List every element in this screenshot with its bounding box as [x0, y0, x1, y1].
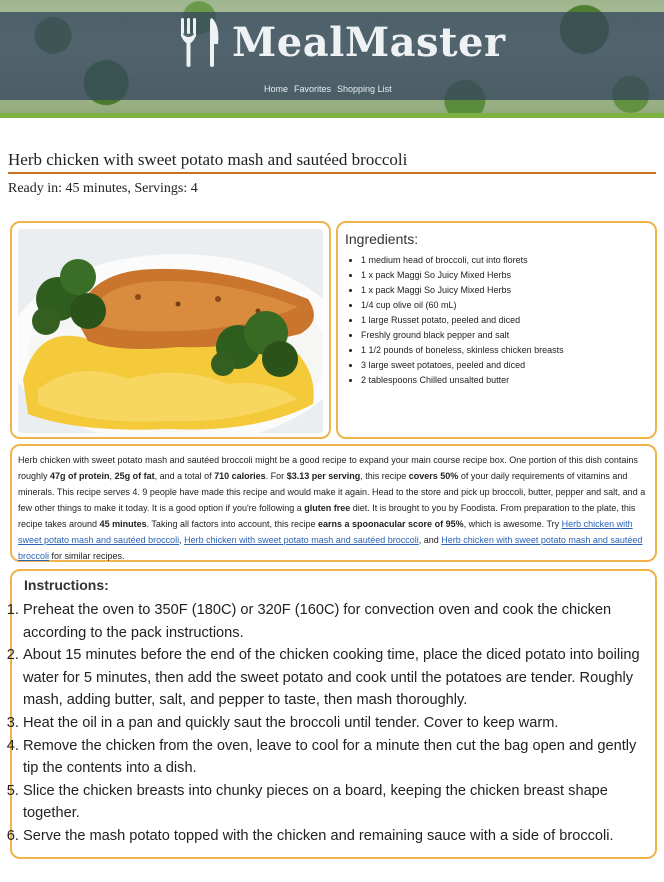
- summary-coverage: covers 50%: [408, 471, 459, 481]
- instruction-step: About 15 minutes before the end of the c…: [23, 644, 655, 712]
- instructions-card: Instructions: Preheat the oven to 350F (…: [10, 569, 657, 859]
- recipe-photo: [18, 229, 323, 433]
- summary-text: , which is awesome. Try: [463, 519, 562, 529]
- instruction-step: Serve the mash potato topped with the ch…: [23, 825, 655, 848]
- ingredient-item: Freshly ground black pepper and salt: [361, 328, 647, 343]
- recipe-illustration: [18, 229, 323, 433]
- summary-time: 45 minutes: [99, 519, 147, 529]
- summary-text: . For: [265, 471, 287, 481]
- recipe-summary: Herb chicken with sweet potato mash and …: [10, 444, 657, 562]
- recipe-image-card: [10, 221, 331, 439]
- ingredients-list: 1 medium head of broccoli, cut into flor…: [345, 253, 647, 388]
- brand[interactable]: MealMaster: [178, 12, 506, 72]
- summary-text: , and: [418, 535, 442, 545]
- recipe-title: Herb chicken with sweet potato mash and …: [8, 150, 656, 174]
- instructions-list: Preheat the oven to 350F (180C) or 320F …: [12, 599, 655, 848]
- ingredient-item: 3 large sweet potatoes, peeled and diced: [361, 358, 647, 373]
- summary-calories: 710 calories: [214, 471, 266, 481]
- summary-text: , this recipe: [360, 471, 409, 481]
- ingredient-item: 1 x pack Maggi So Juicy Mixed Herbs: [361, 268, 647, 283]
- summary-protein: 47g of protein: [50, 471, 110, 481]
- ingredient-item: 1/4 cup olive oil (60 mL): [361, 298, 647, 313]
- ingredient-item: 1 1/2 pounds of boneless, skinless chick…: [361, 343, 647, 358]
- summary-text: for similar recipes.: [49, 551, 125, 561]
- ingredient-item: 1 large Russet potato, peeled and diced: [361, 313, 647, 328]
- similar-recipe-link[interactable]: Herb chicken with sweet potato mash and …: [184, 535, 419, 545]
- ingredient-item: 1 medium head of broccoli, cut into flor…: [361, 253, 647, 268]
- nav-shopping-list[interactable]: Shopping List: [337, 84, 392, 94]
- summary-diet: gluten free: [304, 503, 351, 513]
- summary-text: , and a total of: [154, 471, 215, 481]
- nav-home[interactable]: Home: [264, 84, 288, 94]
- header-accent-bar: [0, 113, 664, 118]
- ingredients-card: Ingredients: 1 medium head of broccoli, …: [336, 221, 657, 439]
- main-nav: Home Favorites Shopping List: [264, 84, 392, 94]
- nav-favorites[interactable]: Favorites: [294, 84, 331, 94]
- instruction-step: Heat the oil in a pan and quickly saut t…: [23, 712, 655, 735]
- summary-price: $3.13 per serving: [286, 471, 361, 481]
- instruction-step: Preheat the oven to 350F (180C) or 320F …: [23, 599, 655, 644]
- summary-score: earns a spoonacular score of 95%: [318, 519, 464, 529]
- ingredients-heading: Ingredients:: [345, 231, 419, 247]
- instruction-step: Slice the chicken breasts into chunky pi…: [23, 780, 655, 825]
- fork-knife-icon: [181, 18, 219, 67]
- instructions-heading: Instructions:: [24, 577, 109, 593]
- recipe-meta: Ready in: 45 minutes, Servings: 4: [8, 181, 198, 196]
- brand-title: MealMaster: [232, 18, 506, 66]
- ingredient-item: 1 x pack Maggi So Juicy Mixed Herbs: [361, 283, 647, 298]
- instruction-step: Remove the chicken from the oven, leave …: [23, 735, 655, 780]
- ingredient-item: 2 tablespoons Chilled unsalted butter: [361, 373, 647, 388]
- summary-fat: 25g of fat: [114, 471, 155, 481]
- summary-text: . Taking all factors into account, this …: [146, 519, 319, 529]
- site-header: MealMaster Home Favorites Shopping List: [0, 0, 664, 118]
